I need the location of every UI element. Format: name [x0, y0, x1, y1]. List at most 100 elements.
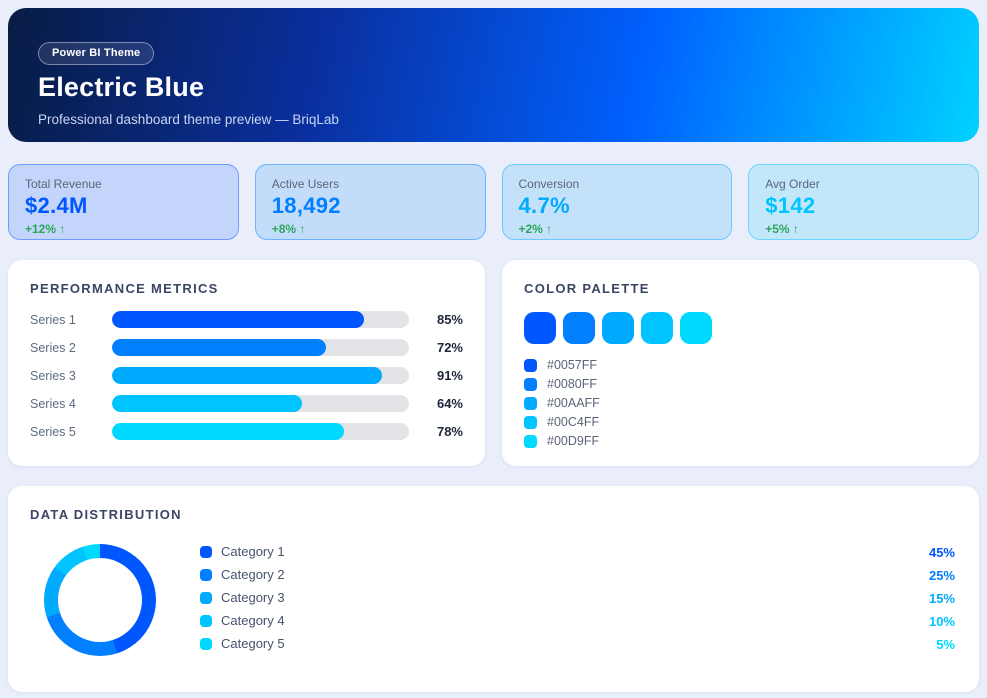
percent-value: 25%	[929, 568, 955, 581]
metric-label: Series 1	[30, 313, 100, 327]
legend-label: Category 4	[221, 613, 285, 628]
metric-bar-track	[112, 395, 409, 412]
metric-value: 85%	[421, 312, 463, 327]
page: Power BI Theme Electric Blue Professiona…	[0, 0, 987, 698]
page-title: Electric Blue	[38, 72, 949, 103]
kpi-card-avg-order: Avg Order $142 +5% ↑	[748, 164, 979, 240]
metric-bar-track	[112, 339, 409, 356]
kpi-value: $142	[765, 193, 962, 219]
palette-hex-label: #00D9FF	[547, 434, 599, 448]
legend-item-category-2: Category 2	[200, 568, 285, 581]
percent-value: 5%	[929, 637, 955, 650]
panel-title: PERFORMANCE METRICS	[30, 281, 463, 296]
metric-label: Series 5	[30, 425, 100, 439]
palette-hex-label: #00AAFF	[547, 396, 600, 410]
metric-row-series-4: Series 4 64%	[30, 395, 463, 412]
legend-label: Category 2	[221, 567, 285, 582]
metric-bar-track	[112, 423, 409, 440]
color-palette-panel: COLOR PALETTE #0057FF #0080FF #00AAFF #00C4…	[502, 260, 979, 466]
panel-title: COLOR PALETTE	[524, 281, 957, 296]
legend-item-category-5: Category 5	[200, 637, 285, 650]
legend-color-dot	[200, 615, 212, 627]
kpi-card-conversion: Conversion 4.7% +2% ↑	[502, 164, 733, 240]
mid-row: PERFORMANCE METRICS Series 1 85% Series 2 7…	[8, 260, 979, 466]
palette-hex-label: #0057FF	[547, 358, 597, 372]
kpi-label: Avg Order	[765, 177, 962, 191]
legend-label: Category 5	[221, 636, 285, 651]
metric-bar-fill	[112, 339, 326, 356]
legend-color-dot	[200, 546, 212, 558]
distribution-body: Category 1 Category 2 Category 3 Category 4…	[30, 539, 957, 656]
panel-title: DATA DISTRIBUTION	[30, 507, 957, 522]
metric-row-series-2: Series 2 72%	[30, 339, 463, 356]
kpi-delta: +2% ↑	[519, 222, 716, 236]
palette-color-dot	[524, 416, 537, 429]
kpi-delta: +12% ↑	[25, 222, 222, 236]
metric-rows: Series 185%Series 272%Series 391%Series …	[30, 311, 463, 440]
kpi-card-active-users: Active Users 18,492 +8% ↑	[255, 164, 486, 240]
kpi-value: $2.4M	[25, 193, 222, 219]
palette-list-item: #00D9FF	[524, 434, 957, 448]
metric-bar-fill	[112, 367, 382, 384]
legend-color-dot	[200, 569, 212, 581]
palette-color-dot	[524, 435, 537, 448]
donut-legend: Category 1 Category 2 Category 3 Category 4…	[200, 545, 285, 650]
palette-swatch[interactable]	[602, 312, 634, 344]
legend-item-category-1: Category 1	[200, 545, 285, 558]
palette-swatch-row	[524, 312, 957, 344]
metric-value: 64%	[421, 396, 463, 411]
kpi-value: 4.7%	[519, 193, 716, 219]
palette-swatch[interactable]	[680, 312, 712, 344]
legend-label: Category 1	[221, 544, 285, 559]
palette-list: #0057FF #0080FF #00AAFF #00C4FF #00D9FF	[524, 358, 957, 448]
palette-color-dot	[524, 359, 537, 372]
metric-label: Series 4	[30, 397, 100, 411]
metric-bar-fill	[112, 311, 364, 328]
performance-metrics-panel: PERFORMANCE METRICS Series 1 85% Series 2 7…	[8, 260, 485, 466]
palette-color-dot	[524, 397, 537, 410]
kpi-label: Conversion	[519, 177, 716, 191]
palette-hex-label: #0080FF	[547, 377, 597, 391]
metric-row-series-3: Series 3 91%	[30, 367, 463, 384]
theme-badge: Power BI Theme	[38, 42, 154, 65]
kpi-label: Active Users	[272, 177, 469, 191]
percent-value: 45%	[929, 545, 955, 558]
palette-list-item: #00AAFF	[524, 396, 957, 410]
palette-hex-label: #00C4FF	[547, 415, 599, 429]
palette-swatch[interactable]	[563, 312, 595, 344]
metric-label: Series 2	[30, 341, 100, 355]
palette-list-item: #00C4FF	[524, 415, 957, 429]
palette-list-item: #0080FF	[524, 377, 957, 391]
kpi-value: 18,492	[272, 193, 469, 219]
page-subtitle: Professional dashboard theme preview — B…	[38, 112, 949, 127]
percent-list: 45% 25% 15% 10% 5%	[929, 545, 957, 650]
donut-hole	[58, 558, 142, 642]
kpi-row: Total Revenue $2.4M +12% ↑ Active Users 18,4…	[8, 164, 979, 240]
palette-color-dot	[524, 378, 537, 391]
metric-bar-fill	[112, 395, 302, 412]
legend-color-dot	[200, 592, 212, 604]
percent-value: 15%	[929, 591, 955, 604]
metric-label: Series 3	[30, 369, 100, 383]
kpi-label: Total Revenue	[25, 177, 222, 191]
kpi-card-total-revenue: Total Revenue $2.4M +12% ↑	[8, 164, 239, 240]
kpi-delta: +8% ↑	[272, 222, 469, 236]
percent-value: 10%	[929, 614, 955, 627]
palette-swatch[interactable]	[641, 312, 673, 344]
palette-list-item: #0057FF	[524, 358, 957, 372]
metric-row-series-1: Series 1 85%	[30, 311, 463, 328]
data-distribution-panel: DATA DISTRIBUTION Category 1Category 2Ca…	[8, 486, 979, 692]
legend-label: Category 3	[221, 590, 285, 605]
hero-header: Power BI Theme Electric Blue Professiona…	[8, 8, 979, 142]
metric-value: 78%	[421, 424, 463, 439]
kpi-delta: +5% ↑	[765, 222, 962, 236]
palette-swatch[interactable]	[524, 312, 556, 344]
legend-item-category-3: Category 3	[200, 591, 285, 604]
legend-item-category-4: Category 4	[200, 614, 285, 627]
metric-bar-track	[112, 367, 409, 384]
legend-color-dot	[200, 638, 212, 650]
metric-value: 72%	[421, 340, 463, 355]
metric-row-series-5: Series 5 78%	[30, 423, 463, 440]
donut-chart	[44, 544, 156, 656]
metric-value: 91%	[421, 368, 463, 383]
